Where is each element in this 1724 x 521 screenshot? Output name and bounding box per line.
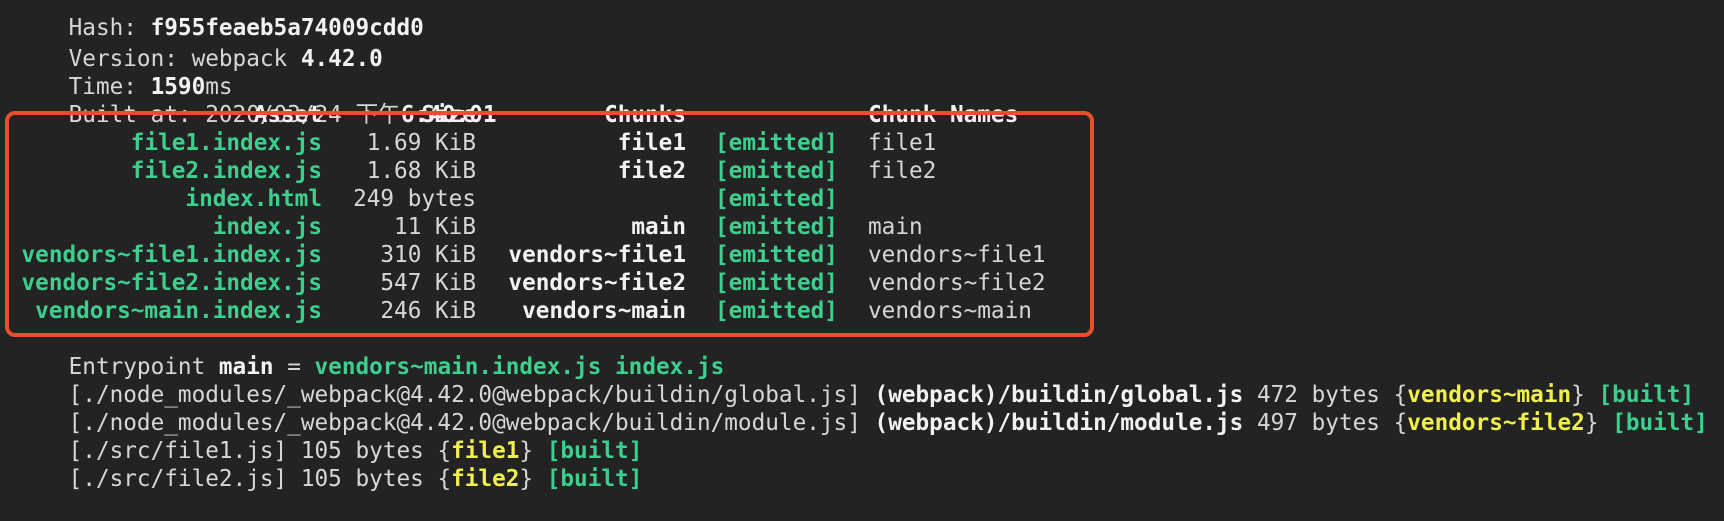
- assets-table-header: Asset Size Chunks Chunk Names: [0, 101, 1724, 129]
- module-chunk-close: }: [1584, 410, 1613, 436]
- module-name: (webpack)/buildin/module.js: [874, 410, 1244, 436]
- asset-row: index.js 11 KiB main [emitted] main: [0, 213, 1724, 241]
- module-line: [./node_modules/_webpack@4.42.0@webpack/…: [14, 353, 1694, 408]
- entrypoint-line: Entrypoint main = vendors~main.index.js …: [14, 325, 725, 380]
- time-line: Time: 1590ms: [14, 45, 233, 100]
- asset-size: 249 bytes: [353, 186, 476, 212]
- chunks-column-header: Chunks: [604, 102, 686, 128]
- asset-filename: index.html: [185, 186, 322, 212]
- asset-filename: vendors~file2.index.js: [21, 270, 323, 296]
- size-column-header: Size: [421, 102, 476, 128]
- chunk-names-column-header: Chunk Names: [868, 102, 1019, 128]
- module-size: 497 bytes {: [1243, 410, 1408, 436]
- emitted-status: [emitted]: [715, 214, 838, 240]
- emitted-status: [emitted]: [715, 298, 838, 324]
- asset-row: vendors~file1.index.js 310 KiB vendors~f…: [0, 241, 1724, 269]
- asset-size: 1.68 KiB: [366, 158, 476, 184]
- terminal-window[interactable]: Hash: f955feaeb5a74009cdd0 Version: webp…: [0, 0, 1724, 492]
- emitted-status: [emitted]: [715, 270, 838, 296]
- module-chunk: file2: [451, 466, 520, 492]
- asset-filename: vendors~file1.index.js: [21, 242, 323, 268]
- emitted-status: [emitted]: [715, 130, 838, 156]
- module-built-status: [built]: [546, 466, 643, 492]
- asset-filename: index.js: [212, 214, 322, 240]
- asset-chunk: main: [631, 214, 686, 240]
- emitted-status: [emitted]: [715, 186, 838, 212]
- emitted-status: [emitted]: [715, 242, 838, 268]
- asset-filename: vendors~main.index.js: [35, 298, 322, 324]
- asset-chunk: vendors~file2: [508, 270, 686, 296]
- version-line: Version: webpack 4.42.0: [14, 17, 383, 72]
- asset-size: 11 KiB: [394, 214, 476, 240]
- asset-chunk-name: file2: [868, 158, 937, 184]
- asset-size: 310 KiB: [380, 242, 476, 268]
- module-built-status: [built]: [1612, 410, 1708, 436]
- asset-row: vendors~main.index.js 246 KiB vendors~ma…: [0, 297, 1724, 325]
- asset-chunk: vendors~file1: [508, 242, 686, 268]
- module-line: [./node_modules/_webpack@4.42.0@webpack/…: [14, 381, 1708, 436]
- module-line-clipped: [./src/file2.js] 105 bytes {file2} [buil…: [14, 437, 643, 492]
- asset-chunk-name: vendors~file2: [868, 270, 1046, 296]
- asset-row: file2.index.js 1.68 KiB file2 [emitted] …: [0, 157, 1724, 185]
- built-at-line: Built at: 2020/03/24 下午6:40:01: [14, 73, 497, 128]
- asset-chunk-name: file1: [868, 130, 937, 156]
- asset-chunk: file1: [617, 130, 686, 156]
- asset-row: file1.index.js 1.69 KiB file1 [emitted] …: [0, 129, 1724, 157]
- asset-size: 246 KiB: [380, 298, 476, 324]
- asset-size: 547 KiB: [380, 270, 476, 296]
- emitted-status: [emitted]: [715, 158, 838, 184]
- asset-chunk: vendors~main: [522, 298, 686, 324]
- module-chunk-close: }: [519, 466, 547, 492]
- asset-chunk-name: vendors~file1: [868, 242, 1046, 268]
- hash-line: Hash: f955feaeb5a74009cdd0: [14, 0, 424, 41]
- asset-chunk: file2: [617, 158, 686, 184]
- asset-filename: file1.index.js: [130, 130, 322, 156]
- module-size: 105 bytes {: [300, 466, 452, 492]
- asset-chunk-name: main: [868, 214, 923, 240]
- asset-row: index.html 249 bytes [emitted]: [0, 185, 1724, 213]
- module-line: [./src/file1.js] 105 bytes {file1} [buil…: [14, 409, 643, 464]
- module-chunk: vendors~file2: [1407, 410, 1585, 436]
- asset-row: vendors~file2.index.js 547 KiB vendors~f…: [0, 269, 1724, 297]
- module-path: [./src/file2.js]: [68, 466, 301, 492]
- asset-chunk-name: vendors~main: [868, 298, 1032, 324]
- asset-filename: file2.index.js: [130, 158, 322, 184]
- asset-column-header: Asset: [253, 102, 322, 128]
- version-value: 4.42.0: [300, 46, 383, 72]
- asset-size: 1.69 KiB: [366, 130, 476, 156]
